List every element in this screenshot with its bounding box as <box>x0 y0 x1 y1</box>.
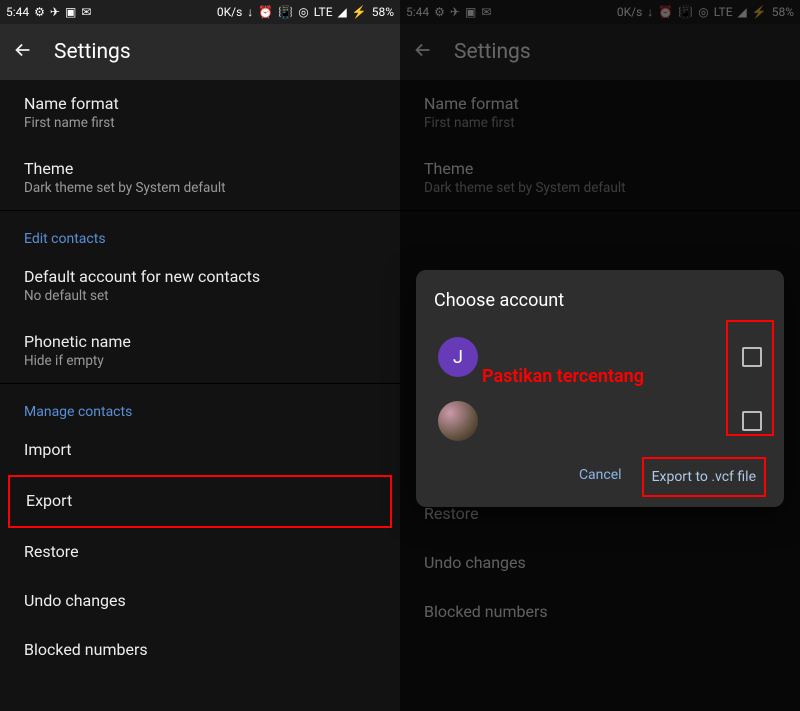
page-title: Settings <box>454 40 531 64</box>
status-time: 5:44 <box>406 5 429 19</box>
picture-icon: ▣ <box>65 5 76 19</box>
mail-icon: ✉ <box>481 5 491 19</box>
status-bar: 5:44 ⚙ ✈ ▣ ✉ 0K/s ↓ ⏰ 📳 ◎ LTE ◢ ⚡ 58% <box>0 0 400 24</box>
avatar: J <box>438 337 478 377</box>
gear-icon: ⚙ <box>434 5 445 19</box>
alarm-icon: ⏰ <box>658 5 673 19</box>
section-edit-contacts: Edit contacts <box>0 211 400 253</box>
status-speed: 0K/s <box>217 5 242 19</box>
signal-icon: ◢ <box>338 5 347 19</box>
phone-right: 5:44 ⚙ ✈ ▣ ✉ 0K/s ↓ ⏰ 📳 ◎ LTE ◢ ⚡ 58% Se… <box>400 0 800 711</box>
account-row-2[interactable] <box>434 393 766 449</box>
back-arrow-icon[interactable] <box>412 39 434 65</box>
download-icon: ↓ <box>647 5 653 19</box>
item-name-format[interactable]: Name format First name first <box>400 80 800 145</box>
item-import[interactable]: Import <box>0 426 400 475</box>
item-export[interactable]: Export <box>8 475 392 528</box>
dialog-actions: Cancel Export to .vcf file <box>434 457 766 497</box>
item-theme[interactable]: Theme Dark theme set by System default <box>400 145 800 210</box>
download-icon: ↓ <box>247 5 253 19</box>
back-arrow-icon[interactable] <box>12 39 34 65</box>
vibrate-icon: 📳 <box>278 5 293 19</box>
status-bar: 5:44 ⚙ ✈ ▣ ✉ 0K/s ↓ ⏰ 📳 ◎ LTE ◢ ⚡ 58% <box>400 0 800 24</box>
status-speed: 0K/s <box>617 5 642 19</box>
section-manage-contacts: Manage contacts <box>0 384 400 426</box>
send-icon: ✈ <box>50 5 60 19</box>
item-blocked[interactable]: Blocked numbers <box>400 588 800 637</box>
signal-icon: ◢ <box>738 5 747 19</box>
export-vcf-button[interactable]: Export to .vcf file <box>642 457 766 497</box>
item-phonetic[interactable]: Phonetic name Hide if empty <box>0 318 400 383</box>
status-lte: LTE <box>714 5 733 19</box>
item-theme[interactable]: Theme Dark theme set by System default <box>0 145 400 210</box>
send-icon: ✈ <box>450 5 460 19</box>
gear-icon: ⚙ <box>34 5 45 19</box>
status-battery: 58% <box>372 5 394 19</box>
phone-left: 5:44 ⚙ ✈ ▣ ✉ 0K/s ↓ ⏰ 📳 ◎ LTE ◢ ⚡ 58% Se… <box>0 0 400 711</box>
vibrate-icon: 📳 <box>678 5 693 19</box>
hotspot-icon: ◎ <box>298 5 308 19</box>
dialog-title: Choose account <box>434 290 766 311</box>
item-undo[interactable]: Undo changes <box>400 539 800 588</box>
item-undo[interactable]: Undo changes <box>0 577 400 626</box>
status-battery: 58% <box>772 5 794 19</box>
item-name-format[interactable]: Name format First name first <box>0 80 400 145</box>
checkbox[interactable] <box>742 411 762 431</box>
alarm-icon: ⏰ <box>258 5 273 19</box>
item-blocked[interactable]: Blocked numbers <box>0 626 400 675</box>
hotspot-icon: ◎ <box>698 5 708 19</box>
charge-icon: ⚡ <box>352 5 367 19</box>
charge-icon: ⚡ <box>752 5 767 19</box>
item-default-account[interactable]: Default account for new contacts No defa… <box>0 253 400 318</box>
mail-icon: ✉ <box>81 5 91 19</box>
item-restore[interactable]: Restore <box>0 528 400 577</box>
checkbox[interactable] <box>742 347 762 367</box>
account-row-1[interactable]: J <box>434 329 766 385</box>
avatar <box>438 401 478 441</box>
app-bar: Settings <box>400 24 800 80</box>
picture-icon: ▣ <box>465 5 476 19</box>
status-lte: LTE <box>314 5 333 19</box>
settings-list[interactable]: Name format First name first Theme Dark … <box>0 80 400 711</box>
app-bar: Settings <box>0 24 400 80</box>
cancel-button[interactable]: Cancel <box>571 457 630 497</box>
status-time: 5:44 <box>6 5 29 19</box>
page-title: Settings <box>54 40 131 64</box>
choose-account-dialog: Choose account J Pastikan tercentang Can… <box>416 270 784 507</box>
